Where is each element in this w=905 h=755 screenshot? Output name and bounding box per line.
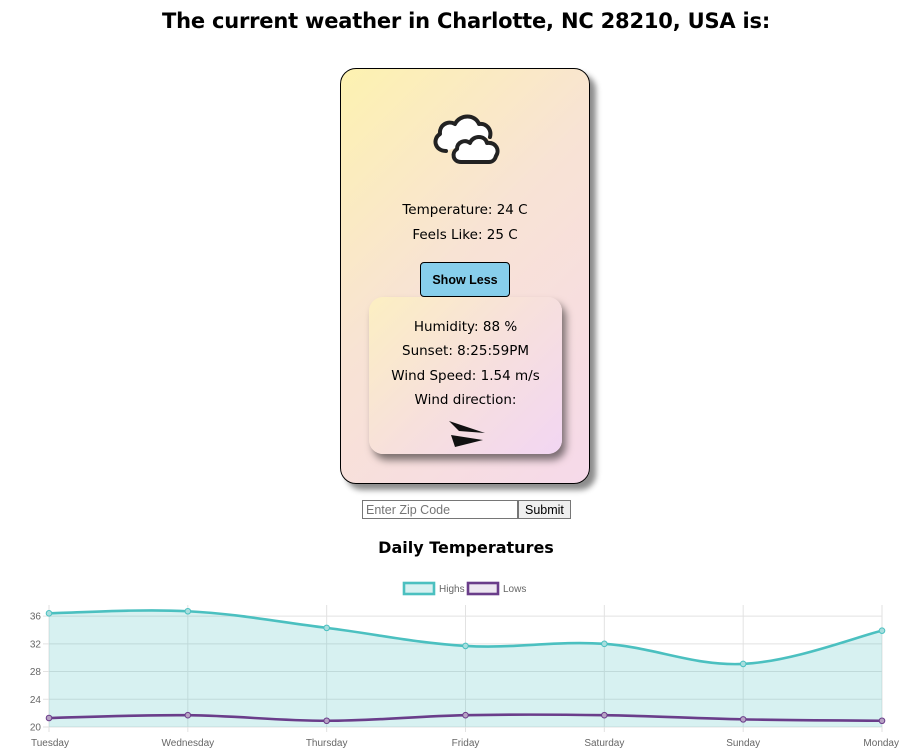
x-tick-label: Saturday: [584, 738, 624, 749]
humidity-text: Humidity: 88 %: [413, 319, 518, 335]
y-tick-label: 20: [30, 723, 42, 734]
y-tick-label: 36: [30, 612, 42, 623]
zip-code-input[interactable]: [362, 500, 518, 519]
page-title: The current weather in Charlotte, NC 282…: [161, 9, 771, 33]
wind-arrow-icon: [449, 421, 485, 447]
legend-label-highs: Highs: [439, 584, 465, 595]
wind-direction-label: Wind direction:: [414, 392, 517, 408]
data-point-highs: [739, 660, 747, 668]
temperature-chart: Highs Lows Tuesday Wednesday Thursday Friday…: [30, 581, 899, 749]
submit-button[interactable]: Submit: [518, 500, 571, 519]
data-point-lows: [184, 711, 192, 719]
x-tick-label: Thursday: [306, 738, 348, 749]
x-tick-label: Friday: [452, 738, 480, 749]
data-point-lows: [323, 717, 330, 725]
sunset-text: Sunset: 8:25:59PM: [402, 343, 529, 359]
data-point-highs: [878, 627, 886, 634]
data-point-highs: [45, 610, 53, 617]
chart-title: Daily Temperatures: [378, 538, 554, 557]
weather-card: Temperature: 24 C Feels Like: 25 C Show …: [340, 68, 590, 484]
x-tick-label: Sunday: [726, 738, 760, 749]
data-point-lows: [462, 711, 469, 719]
details-card: Humidity: 88 % Sunset: 8:25:59PM Wind Sp…: [369, 297, 562, 454]
cloud-icon: [433, 114, 500, 164]
data-point-lows: [878, 717, 886, 725]
y-tick-label: 32: [30, 639, 42, 650]
x-tick-label: Tuesday: [31, 738, 69, 749]
data-point-highs: [323, 624, 330, 632]
data-point-highs: [184, 607, 192, 615]
weather-page: The current weather in Charlotte, NC 282…: [0, 0, 905, 755]
x-axis: Tuesday Wednesday Thursday Friday Saturday Su…: [31, 738, 899, 749]
legend-swatch-lows: [466, 581, 500, 596]
y-tick-label: 28: [30, 667, 42, 678]
data-point-highs: [462, 642, 469, 650]
data-point-lows: [45, 714, 53, 722]
show-less-button[interactable]: Show Less: [420, 262, 510, 297]
data-point-highs: [601, 640, 608, 648]
x-tick-label: Wednesday: [162, 738, 215, 749]
legend-label-lows: Lows: [503, 584, 526, 595]
y-axis: 20 24 28 32 36: [30, 612, 42, 734]
temperature-text: Temperature: 24 C: [402, 202, 528, 218]
data-point-lows: [739, 716, 747, 723]
chart-legend: Highs Lows: [402, 581, 526, 596]
zip-form: Submit: [362, 500, 571, 519]
feels-like-text: Feels Like: 25 C: [412, 227, 518, 243]
x-tick-label: Monday: [863, 738, 899, 749]
y-tick-label: 24: [30, 695, 42, 706]
data-point-lows: [601, 711, 608, 719]
legend-swatch-highs: [402, 581, 436, 596]
wind-speed-text: Wind Speed: 1.54 m/s: [391, 368, 540, 384]
